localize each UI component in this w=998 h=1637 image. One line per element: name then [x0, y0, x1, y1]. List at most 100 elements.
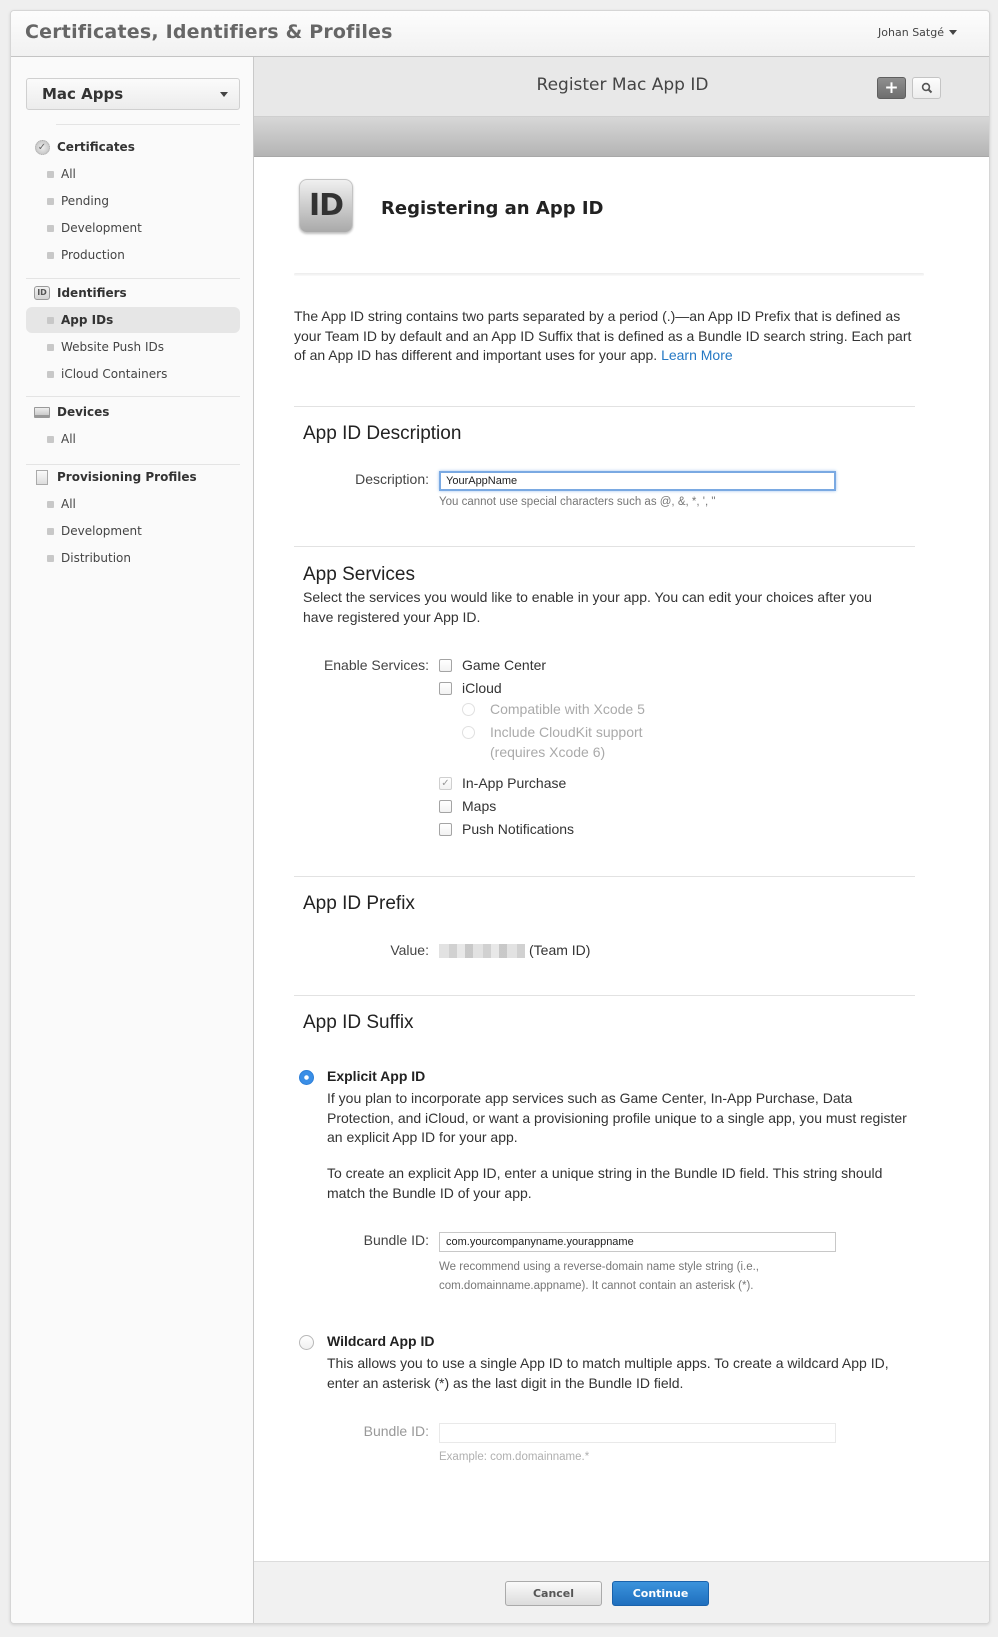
app-window: Certificates, Identifiers & Profiles Joh… — [10, 10, 990, 1624]
sidebar-item-icloud-containers[interactable]: iCloud Containers — [26, 361, 240, 387]
bullet-icon — [47, 197, 54, 205]
checkbox-icon[interactable] — [439, 799, 452, 813]
checkbox-game-center[interactable]: Game Center — [439, 657, 546, 673]
main-header: Register Mac App ID + — [254, 57, 989, 117]
checkbox-icon[interactable] — [439, 822, 452, 836]
explicit-bundle-id-hint: We recommend using a reverse-domain name… — [439, 1261, 760, 1292]
sidebar-item-certificates-production[interactable]: Production — [26, 242, 240, 268]
form-footer: Cancel Continue — [254, 1561, 989, 1623]
checkbox-maps[interactable]: Maps — [439, 798, 496, 814]
bullet-icon — [47, 554, 54, 562]
platform-select[interactable]: Mac Apps — [26, 78, 240, 110]
sidebar-item-label: All — [61, 497, 76, 511]
sidebar-section-certificates: ✓ Certificates — [26, 136, 240, 158]
bullet-icon — [47, 316, 54, 324]
wildcard-bundle-id-input[interactable] — [439, 1423, 836, 1443]
divider — [294, 546, 915, 547]
sidebar-section-label: Identifiers — [57, 286, 127, 300]
radio-label: Compatible with Xcode 5 — [490, 701, 645, 717]
sidebar-item-certificates-pending[interactable]: Pending — [26, 188, 240, 214]
header-band — [254, 117, 989, 157]
bullet-icon — [47, 370, 54, 378]
sidebar-item-label: App IDs — [61, 313, 114, 327]
checkbox-icloud[interactable]: iCloud — [439, 680, 502, 696]
user-menu[interactable]: Johan Satgé — [878, 26, 957, 39]
explicit-bundle-id-input[interactable] — [439, 1232, 836, 1252]
sidebar-section-label: Devices — [57, 405, 110, 419]
prefix-row: Value: (Team ID) — [254, 940, 989, 962]
sidebar-divider — [56, 124, 240, 125]
section-title: Registering an App ID — [381, 198, 604, 219]
sidebar-item-certificates-all[interactable]: All — [26, 161, 240, 187]
app-title: Certificates, Identifiers & Profiles — [25, 21, 393, 43]
description-input[interactable] — [439, 471, 836, 491]
search-icon — [921, 82, 932, 94]
enable-services-label: Enable Services: — [323, 657, 429, 673]
main-panel: Register Mac App ID + ID Registering an … — [254, 57, 989, 1623]
add-button[interactable]: + — [877, 77, 906, 99]
services-description: Select the services you would like to en… — [303, 589, 872, 625]
checkbox-icon[interactable] — [439, 681, 452, 695]
intro-paragraph: The App ID string contains two parts sep… — [294, 308, 912, 363]
chevron-down-icon — [220, 92, 228, 97]
certificate-icon: ✓ — [34, 139, 50, 155]
checkbox-icon[interactable] — [439, 658, 452, 672]
suffix-heading: App ID Suffix — [303, 1012, 414, 1033]
description-heading: App ID Description — [303, 423, 462, 444]
cancel-button[interactable]: Cancel — [505, 1581, 602, 1606]
sidebar-section-devices: Devices — [26, 401, 240, 423]
sidebar-item-label: All — [61, 167, 76, 181]
sidebar: Mac Apps ✓ Certificates All Pending Deve… — [11, 57, 254, 1623]
sidebar-divider — [26, 396, 240, 397]
sidebar-item-devices-all[interactable]: All — [26, 426, 240, 452]
document-icon — [34, 469, 50, 485]
checkbox-label: Game Center — [462, 657, 547, 673]
user-name: Johan Satgé — [878, 26, 944, 39]
sidebar-item-profiles-distribution[interactable]: Distribution — [26, 545, 240, 571]
sidebar-item-website-push-ids[interactable]: Website Push IDs — [26, 334, 240, 360]
divider — [294, 995, 915, 996]
checkbox-label: Maps — [462, 798, 497, 814]
sidebar-item-label: Development — [61, 524, 142, 538]
radio-wildcard-app-id[interactable] — [299, 1335, 314, 1350]
radio-explicit-app-id[interactable] — [299, 1070, 314, 1085]
team-id-value-redacted — [439, 944, 525, 958]
sidebar-item-label: iCloud Containers — [61, 367, 168, 381]
top-bar: Certificates, Identifiers & Profiles Joh… — [11, 11, 989, 57]
prefix-label: Value: — [390, 942, 429, 958]
sidebar-item-label: Development — [61, 221, 142, 235]
services-heading: App Services — [303, 564, 415, 585]
bullet-icon — [47, 500, 54, 508]
description-label: Description: — [355, 471, 429, 487]
sidebar-section-identifiers: ID Identifiers — [26, 282, 240, 304]
bullet-icon — [47, 224, 54, 232]
sidebar-item-profiles-all[interactable]: All — [26, 491, 240, 517]
radio-icloud-xcode5[interactable]: Compatible with Xcode 5 — [462, 700, 645, 720]
continue-button[interactable]: Continue — [612, 1581, 709, 1606]
search-button[interactable] — [912, 77, 941, 99]
checkbox-label: In-App Purchase — [462, 775, 567, 791]
wildcard-bundle-id-label: Bundle ID: — [363, 1423, 429, 1439]
radio-icon[interactable] — [462, 703, 475, 716]
checkmark-icon[interactable]: ✓ — [439, 776, 452, 790]
sidebar-item-app-ids[interactable]: App IDs — [26, 307, 240, 333]
chevron-down-icon — [949, 30, 957, 35]
checkbox-in-app-purchase[interactable]: ✓ In-App Purchase — [439, 775, 566, 791]
wildcard-bundle-id-hint: Example: com.domainname.* — [439, 1451, 590, 1463]
divider — [294, 273, 924, 276]
divider — [294, 876, 915, 877]
bullet-icon — [47, 251, 54, 259]
sidebar-item-certificates-development[interactable]: Development — [26, 215, 240, 241]
description-hint: You cannot use special characters such a… — [439, 496, 716, 508]
radio-icon[interactable] — [462, 726, 475, 739]
radio-icloud-cloudkit[interactable]: Include CloudKit support (requires Xcode… — [462, 723, 670, 762]
sidebar-section-label: Certificates — [57, 140, 135, 154]
laptop-icon — [34, 404, 50, 420]
learn-more-link[interactable]: Learn More — [661, 347, 733, 363]
checkbox-push-notifications[interactable]: Push Notifications — [439, 821, 574, 837]
checkbox-label: iCloud — [462, 680, 502, 696]
radio-label: Include CloudKit support (requires Xcode… — [490, 724, 643, 760]
wildcard-app-id-title: Wildcard App ID — [327, 1333, 435, 1349]
wildcard-app-id-text: This allows you to use a single App ID t… — [327, 1355, 889, 1391]
sidebar-item-profiles-development[interactable]: Development — [26, 518, 240, 544]
